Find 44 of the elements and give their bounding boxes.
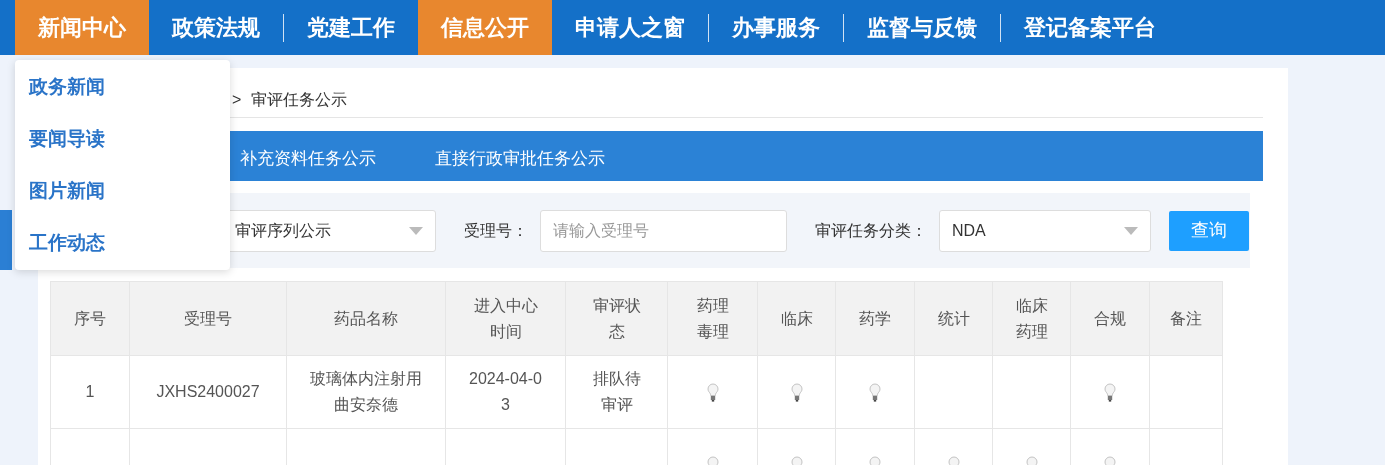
input-field[interactable]: 请输入受理号 (540, 209, 787, 252)
column-header: 临床药理 (1014, 295, 1049, 342)
column-header: 进入中心时间 (472, 295, 539, 342)
column-header: 合规 (1094, 308, 1126, 329)
nav-item[interactable]: 监督与反馈 (844, 0, 1000, 55)
menu-item[interactable]: 政务新闻 (29, 74, 105, 100)
breadcrumb-current: 审评任务公示 (251, 89, 348, 110)
lightbulb-icon (706, 382, 719, 403)
table-cell-text: JXHS2400027 (156, 382, 260, 402)
breadcrumb-separator: > (232, 89, 242, 110)
select-field[interactable]: NDA (939, 209, 1151, 252)
column-header: 临床 (780, 308, 813, 329)
column-header: 药理毒理 (695, 295, 730, 342)
filter-label: 受理号： (464, 220, 528, 241)
column-header: 序号 (74, 308, 106, 329)
nav-item[interactable]: 政策法规 (149, 0, 283, 55)
nav-item[interactable]: 登记备案平台 (1001, 0, 1179, 55)
menu-item[interactable]: 工作动态 (29, 230, 105, 256)
nav-item[interactable]: 办事服务 (709, 0, 843, 55)
lightbulb-icon (1104, 382, 1116, 403)
filter-label: 审评任务分类： (815, 220, 927, 241)
column-header: 审评状态 (591, 295, 642, 342)
table-cell-text: 1 (85, 382, 95, 402)
menu-item[interactable]: 图片新闻 (29, 178, 105, 204)
lightbulb-icon (790, 382, 803, 403)
tab[interactable]: 补充资料任务公示 (218, 137, 398, 181)
nav-item[interactable]: 新闻中心 (15, 0, 149, 55)
lightbulb-icon (869, 382, 881, 403)
nav-item[interactable]: 信息公开 (418, 0, 552, 55)
column-header: 备注 (1170, 308, 1202, 329)
table-cell-text: 排队待审评 (591, 369, 642, 415)
caret-icon (409, 226, 423, 235)
nav-item[interactable]: 党建工作 (284, 0, 418, 55)
tab[interactable]: 直接行政审批任务公示 (413, 137, 627, 181)
menu-item[interactable]: 要闻导读 (29, 126, 105, 152)
caret-icon (1124, 226, 1138, 235)
table-cell-text: 玻璃体内注射用曲安奈德 (309, 369, 423, 415)
column-header: 受理号 (184, 308, 232, 329)
search-button[interactable]: 查询 (1169, 210, 1249, 251)
column-header: 药品名称 (334, 308, 398, 329)
table-cell-text: 2024-04-03 (468, 369, 543, 415)
column-header: 药学 (859, 308, 891, 329)
nav-item[interactable]: 申请人之窗 (552, 0, 708, 55)
column-header: 统计 (937, 308, 970, 329)
